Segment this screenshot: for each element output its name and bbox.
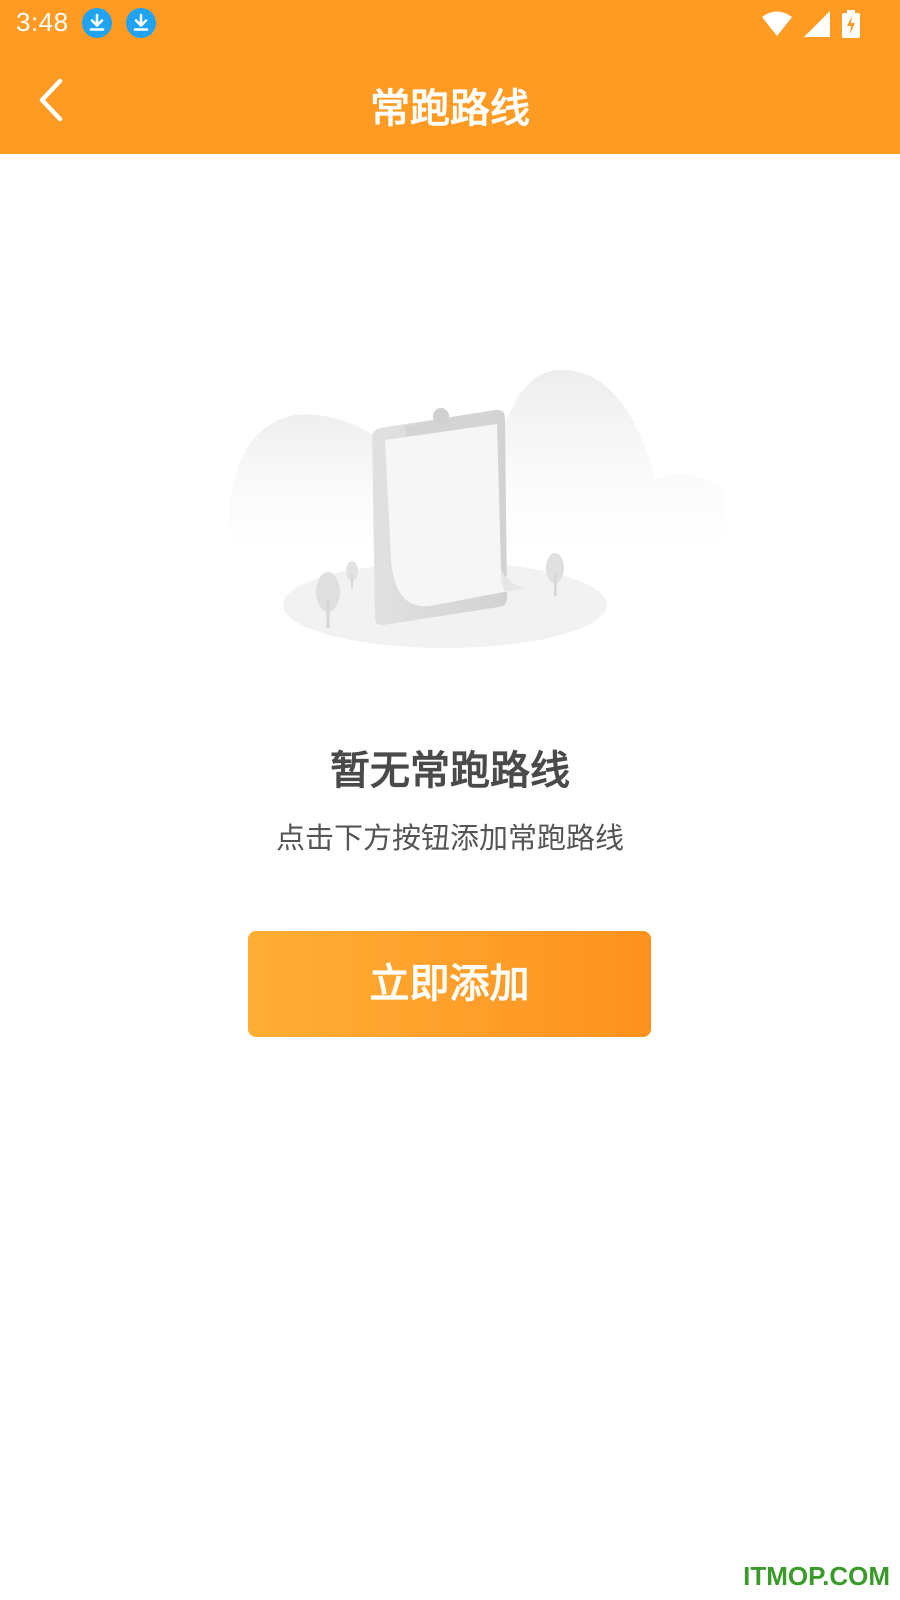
status-time: 3:48	[16, 7, 69, 37]
status-bar: 3:48	[0, 0, 900, 48]
page-title: 常跑路线	[370, 86, 530, 132]
page: 3:48 常跑路线 暂无常跑路线 点击下方按钮添加常跑路线 立即添加 ITMOP…	[0, 0, 900, 1600]
empty-clipboard-illustration	[229, 370, 725, 648]
add-route-button[interactable]: 立即添加	[248, 931, 651, 1037]
wifi-icon	[762, 11, 792, 37]
watermark: ITMOP.COM	[743, 1561, 890, 1591]
empty-state-title: 暂无常跑路线	[330, 748, 570, 794]
battery-charging-icon	[842, 10, 860, 38]
system-status-icons	[762, 9, 860, 39]
top-app-bar: 3:48 常跑路线	[0, 0, 900, 154]
header: 常跑路线	[0, 48, 900, 154]
download-icon	[126, 8, 156, 38]
cellular-signal-icon	[804, 11, 830, 37]
download-icon	[82, 8, 112, 38]
empty-state-subtitle: 点击下方按钮添加常跑路线	[275, 821, 624, 855]
